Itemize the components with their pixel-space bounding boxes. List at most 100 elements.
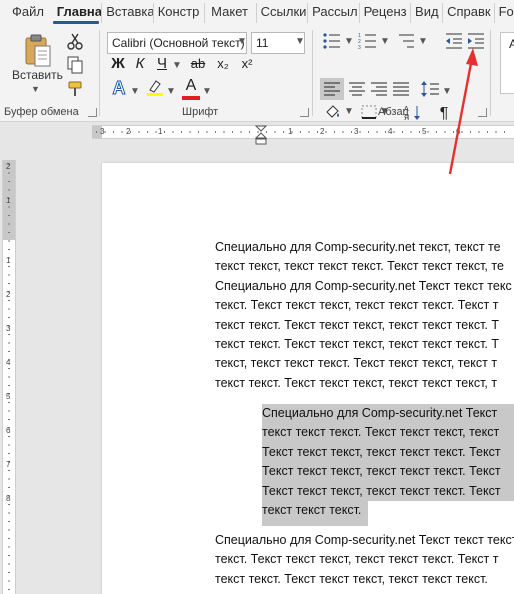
tab-view[interactable]: Вид	[411, 0, 442, 26]
tab-review[interactable]: Реценз	[360, 0, 410, 26]
ruler-tick	[8, 232, 10, 233]
font-dialog-launcher-icon[interactable]	[300, 108, 309, 117]
cut-icon[interactable]	[66, 32, 84, 50]
tab-file[interactable]: Файл	[0, 0, 51, 26]
shading-icon[interactable]	[324, 104, 342, 120]
borders-icon[interactable]	[360, 104, 378, 120]
chevron-down-icon[interactable]: ▼	[166, 86, 176, 97]
format-painter-icon[interactable]	[66, 80, 84, 98]
ruler-tick	[8, 546, 10, 548]
ruler-tick	[8, 402, 10, 403]
indent-marker-icon[interactable]	[255, 125, 267, 145]
ruler-tick	[8, 470, 10, 471]
chevron-down-icon[interactable]: ▼	[31, 84, 40, 94]
justify-icon[interactable]	[392, 80, 410, 98]
ruler-tick	[334, 131, 335, 133]
text-line: Текст текст текст, текст текст текст. Те…	[262, 444, 501, 459]
ruler-tick	[325, 131, 327, 133]
ruler-tick	[410, 131, 412, 133]
tab-insert[interactable]: Вставка	[102, 0, 152, 26]
ruler-tick	[8, 249, 10, 250]
ruler-tick	[206, 131, 208, 133]
subscript-button[interactable]: x₂	[214, 54, 232, 74]
text-line: Специально для Comp-security.net Текст	[262, 406, 498, 420]
ruler-tick	[8, 572, 10, 573]
tab-layout[interactable]: Макет	[205, 0, 256, 26]
ruler-tick	[96, 131, 97, 133]
ruler-tick	[8, 215, 10, 216]
ruler-tick	[8, 538, 10, 539]
ruler-number: 4	[388, 127, 393, 136]
superscript-button[interactable]: x²	[238, 54, 256, 74]
underline-button[interactable]: Ч	[154, 54, 170, 74]
font-name-combobox[interactable]: Calibri (Основной текст)	[107, 32, 247, 54]
font-color-swatch	[182, 96, 200, 100]
multilevel-list-icon[interactable]	[396, 32, 416, 50]
group-separator	[490, 30, 491, 116]
align-left-icon[interactable]	[323, 80, 341, 98]
vertical-ruler[interactable]: 2 1 1 2 3 4 5 6 7 8	[2, 160, 16, 594]
text-line: текст, текст текст текст. Текст текст те…	[215, 356, 498, 371]
bullets-icon[interactable]	[322, 32, 342, 50]
chevron-down-icon[interactable]: ▼	[418, 36, 428, 47]
text-line: Специально для Comp-security.net текст, …	[215, 240, 501, 254]
tab-help[interactable]: Справк	[443, 0, 493, 26]
ruler-number: 5	[6, 392, 11, 401]
copy-icon[interactable]	[66, 56, 84, 74]
ruler-tick	[8, 444, 10, 446]
paste-icon[interactable]	[24, 34, 52, 68]
clipboard-group-label: Буфер обмена	[4, 106, 79, 118]
ruler-number: 6	[6, 426, 11, 435]
ruler-tick	[8, 521, 10, 522]
ruler-tick	[189, 131, 191, 133]
ruler-tick	[8, 172, 10, 174]
numbering-icon[interactable]: 1 2 3	[358, 32, 378, 50]
tab-home[interactable]: Главна	[51, 0, 101, 26]
highlighter-icon[interactable]	[146, 78, 164, 96]
paragraph-1[interactable]: Специально для Comp-security.net текст, …	[215, 238, 514, 393]
ruler-tick	[249, 131, 250, 133]
font-color-button[interactable]: A	[182, 76, 200, 96]
chevron-down-icon[interactable]: ▼	[344, 106, 354, 117]
ruler-tick	[8, 376, 10, 378]
ruler-tick	[8, 351, 10, 352]
tab-mailings[interactable]: Рассыл	[308, 0, 358, 26]
paragraph-2-selected[interactable]: Специально для Comp-security.net Текст т…	[262, 404, 514, 520]
font-group-label: Шрифт	[182, 106, 219, 118]
paragraph-3[interactable]: Специально для Comp-security.net Текст т…	[215, 531, 514, 589]
align-center-icon[interactable]	[348, 80, 366, 98]
chevron-down-icon[interactable]: ▼	[380, 36, 390, 47]
align-right-icon[interactable]	[370, 80, 388, 98]
chevron-down-icon[interactable]: ▼	[172, 60, 182, 71]
strikethrough-button[interactable]: ab	[188, 54, 208, 74]
chevron-down-icon[interactable]: ▼	[295, 36, 305, 47]
ruler-tick	[8, 453, 10, 454]
text-line: текст текст текст.	[262, 502, 362, 517]
text-line: текст. Текст текст текст, текст текст те…	[215, 552, 499, 567]
ruler-tick	[147, 131, 148, 133]
chevron-down-icon[interactable]: ▼	[130, 86, 140, 97]
chevron-down-icon[interactable]: ▼	[344, 36, 354, 47]
chevron-down-icon[interactable]: ▼	[237, 36, 247, 47]
ruler-tick	[223, 131, 225, 133]
ruler-tick	[104, 131, 106, 133]
ruler-tick	[8, 419, 10, 420]
bold-button[interactable]: Ж	[110, 54, 126, 74]
tab-design[interactable]: Констр	[154, 0, 204, 26]
styles-gallery[interactable]: А	[500, 32, 514, 94]
text-line: текст текст. Текст текст текст, текст те…	[215, 336, 499, 351]
ruler-number: 4	[6, 358, 11, 367]
tab-format[interactable]: Fo	[495, 0, 514, 26]
ruler-tick	[138, 131, 140, 133]
italic-button[interactable]: К	[132, 54, 148, 74]
chevron-down-icon[interactable]: ▼	[202, 86, 212, 97]
ruler-tick	[232, 131, 233, 133]
ruler-number: 1	[6, 256, 11, 265]
tab-references[interactable]: Ссылки	[257, 0, 307, 26]
ruler-number: 8	[6, 494, 11, 503]
paste-button-label[interactable]: Вставить	[12, 68, 63, 82]
line-spacing-icon[interactable]	[420, 80, 440, 98]
ruler-tick	[8, 563, 10, 565]
text-effects-button[interactable]: A	[110, 78, 128, 99]
clipboard-dialog-launcher-icon[interactable]	[88, 108, 97, 117]
